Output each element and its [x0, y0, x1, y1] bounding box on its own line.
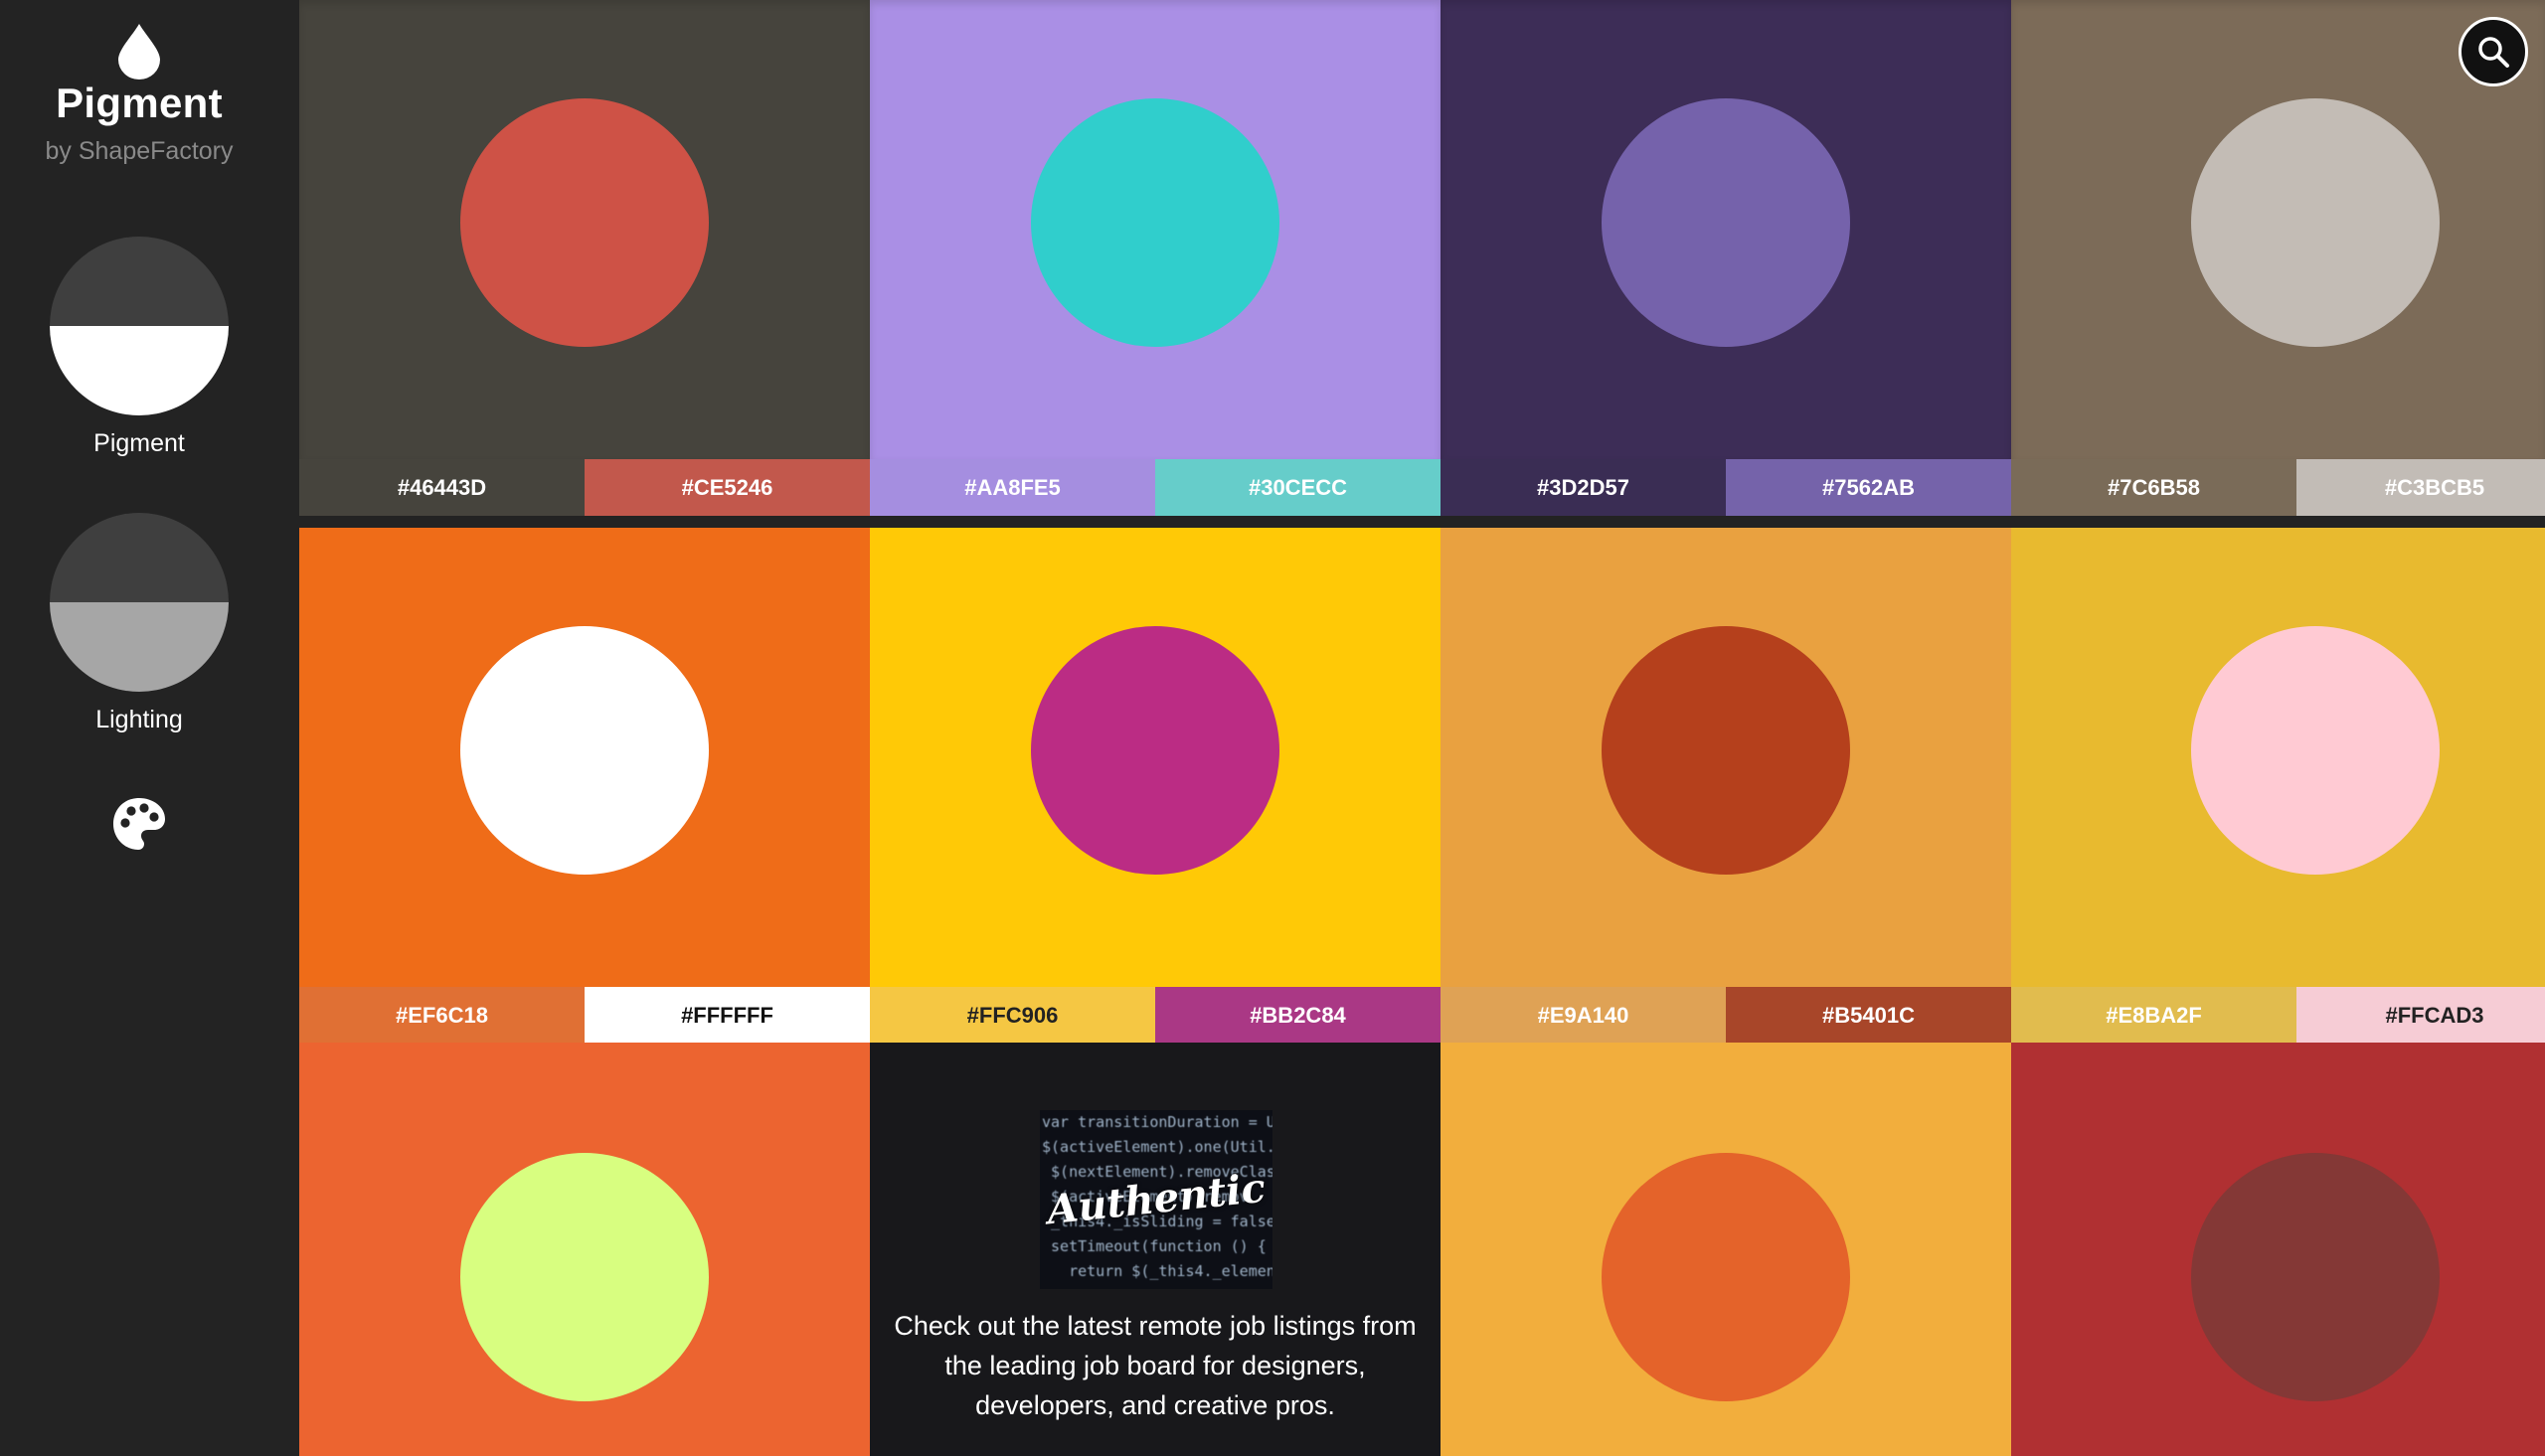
search-button[interactable]	[2459, 17, 2528, 86]
palette-card[interactable]: #FFC906 #BB2C84	[870, 528, 1441, 1054]
color-swatch[interactable]: #E9A140	[1441, 987, 1726, 1044]
color-swatch[interactable]: #FFC906	[870, 987, 1155, 1044]
drop-icon	[118, 24, 160, 80]
palette-icon[interactable]	[110, 795, 168, 853]
palette-circle	[1602, 1153, 1850, 1401]
color-swatch[interactable]: #46443D	[299, 459, 585, 516]
swatch-row: #EF6C18 #FFFFFF	[299, 987, 870, 1044]
color-swatch[interactable]: #AA8FE5	[870, 459, 1155, 516]
swatch-row: #46443D #CE5246	[299, 459, 870, 516]
color-swatch[interactable]: #EF6C18	[299, 987, 585, 1044]
swatch-row: #AA8FE5 #30CECC	[870, 459, 1441, 516]
color-swatch[interactable]: #FFCAD3	[2296, 987, 2545, 1044]
color-swatch[interactable]: #30CECC	[1155, 459, 1441, 516]
color-swatch[interactable]: #CE5246	[585, 459, 870, 516]
app-title: Pigment	[56, 80, 223, 126]
color-swatch[interactable]: #B5401C	[1726, 987, 2011, 1044]
palette-circle	[2191, 626, 2440, 875]
palette-card[interactable]: #EF6C18 #FFFFFF	[299, 528, 870, 1054]
palette-circle	[1602, 98, 1850, 347]
palette-card[interactable]	[1441, 1043, 2011, 1456]
palette-card[interactable]: #AA8FE5 #30CECC	[870, 0, 1441, 527]
palette-card[interactable]	[299, 1043, 870, 1456]
palette-card[interactable]	[2011, 1043, 2545, 1456]
color-swatch[interactable]: #7562AB	[1726, 459, 2011, 516]
sidebar: Pigment by ShapeFactory Pigment Lighting	[0, 0, 299, 1456]
palette-circle	[460, 98, 709, 347]
palette-circle	[2191, 98, 2440, 347]
mode-bottom	[50, 602, 229, 692]
palette-circle	[460, 1153, 709, 1401]
ad-image: var transitionDuration = Util $(activeEl…	[1040, 1110, 1272, 1289]
palette-grid: #46443D #CE5246 #AA8FE5 #30CECC #3D2D57 #7562…	[299, 0, 2545, 1456]
color-swatch[interactable]: #BB2C84	[1155, 987, 1441, 1044]
color-swatch[interactable]: #7C6B58	[2011, 459, 2296, 516]
palette-circle	[1031, 626, 1279, 875]
mode-bottom	[50, 326, 229, 415]
palette-card[interactable]: #46443D #CE5246	[299, 0, 870, 527]
swatch-row: #E8BA2F #FFCAD3	[2011, 987, 2545, 1044]
palette-circle	[1602, 626, 1850, 875]
color-swatch[interactable]: #3D2D57	[1441, 459, 1726, 516]
palette-card[interactable]: #7C6B58 #C3BCB5	[2011, 0, 2545, 527]
palette-circle	[2191, 1153, 2440, 1401]
swatch-row: #7C6B58 #C3BCB5	[2011, 459, 2545, 516]
sponsor-ad[interactable]: var transitionDuration = Util $(activeEl…	[870, 1043, 1441, 1456]
palette-circle	[460, 626, 709, 875]
swatch-row: #3D2D57 #7562AB	[1441, 459, 2011, 516]
color-swatch[interactable]: #E8BA2F	[2011, 987, 2296, 1044]
palette-card[interactable]: #E8BA2F #FFCAD3	[2011, 528, 2545, 1054]
lighting-mode-icon	[50, 513, 229, 692]
color-swatch[interactable]: #FFFFFF	[585, 987, 870, 1044]
swatch-row: #FFC906 #BB2C84	[870, 987, 1441, 1044]
search-icon	[2478, 37, 2509, 68]
swatch-row: #E9A140 #B5401C	[1441, 987, 2011, 1044]
color-swatch[interactable]: #C3BCB5	[2296, 459, 2545, 516]
palette-card[interactable]: #E9A140 #B5401C	[1441, 528, 2011, 1054]
app-subtitle: by ShapeFactory	[45, 137, 234, 165]
ad-text: Check out the latest remote job listings…	[894, 1311, 1417, 1420]
mode-label: Lighting	[95, 706, 183, 733]
palette-circle	[1031, 98, 1279, 347]
mode-label: Pigment	[93, 429, 185, 457]
palette-card[interactable]: #3D2D57 #7562AB	[1441, 0, 2011, 527]
pigment-mode-icon	[50, 237, 229, 415]
